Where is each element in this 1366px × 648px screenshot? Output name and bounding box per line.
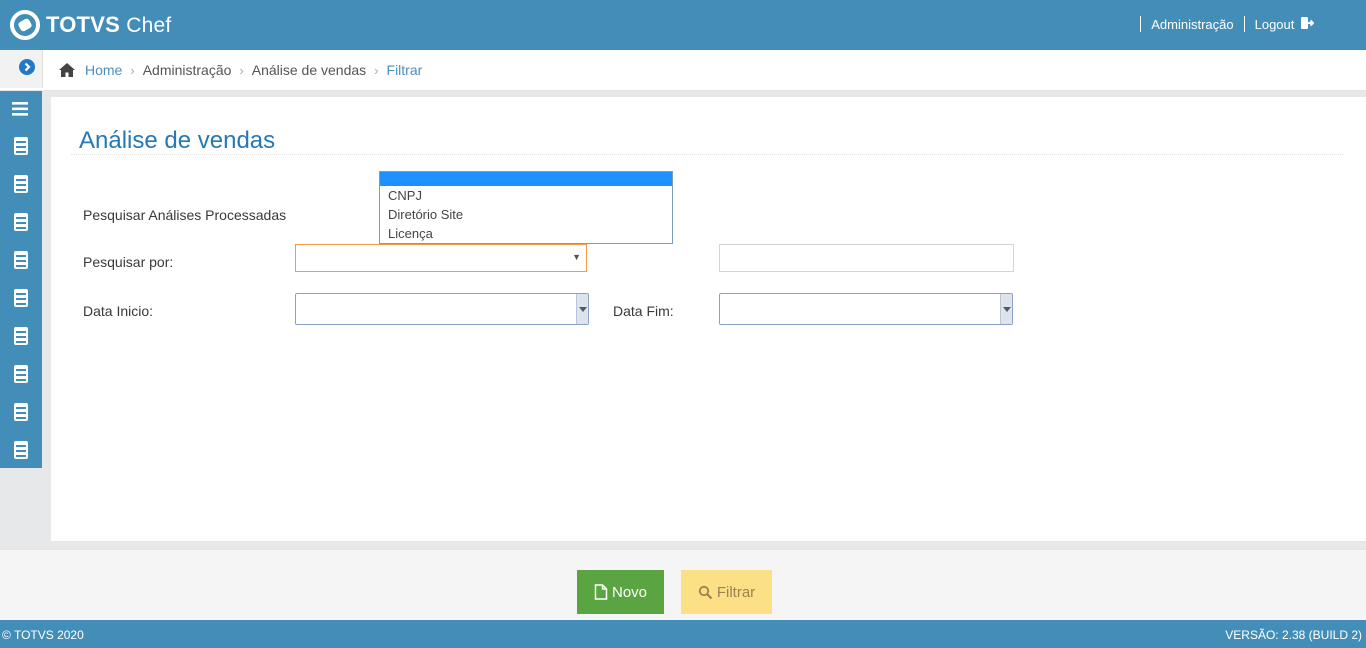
chevron-right-icon: › [130, 62, 135, 78]
search-by-label: Pesquisar por: [83, 254, 174, 270]
module-icon[interactable] [11, 250, 31, 270]
date-start-label: Data Inicio: [83, 303, 154, 319]
copyright-text: © TOTVS 2020 [2, 628, 84, 642]
file-icon [594, 584, 608, 600]
breadcrumb-administracao[interactable]: Administração [143, 62, 232, 78]
sidebar-toggle-cell [0, 50, 43, 88]
logout-icon [1301, 17, 1315, 29]
date-end-label: Data Fim: [613, 303, 674, 319]
logout-link[interactable]: Logout [1254, 16, 1315, 32]
filtrar-button[interactable]: Filtrar [681, 570, 772, 614]
top-nav-links: Administração Logout [1130, 14, 1315, 34]
module-icon[interactable] [11, 402, 31, 422]
divider [1243, 16, 1245, 32]
search-by-select[interactable]: ▼ [295, 244, 587, 272]
module-icon[interactable] [11, 364, 31, 384]
footer: © TOTVS 2020 VERSÃO: 2.38 (BUILD 2) [0, 620, 1366, 648]
totvs-chef-logo[interactable]: TOTVS Chef [10, 9, 171, 41]
module-icon[interactable] [11, 212, 31, 232]
novo-label: Novo [611, 583, 648, 601]
breadcrumb: Home › Administração › Análise de vendas… [58, 50, 422, 90]
brand-name-light: Chef [126, 14, 172, 37]
chevron-right-icon [24, 62, 31, 72]
novo-button[interactable]: Novo [577, 570, 664, 614]
breadcrumb-home-link[interactable]: Home [85, 62, 122, 78]
date-start-input[interactable] [295, 293, 589, 325]
search-text-input[interactable] [719, 244, 1014, 272]
dropdown-option-licenca[interactable]: Licença [380, 224, 672, 243]
module-icon[interactable] [11, 440, 31, 460]
module-icon[interactable] [11, 136, 31, 156]
breadcrumb-current: Filtrar [386, 62, 423, 78]
chevron-right-icon: › [239, 62, 244, 78]
main-content: Análise de vendas Pesquisar Análises Pro… [51, 97, 1366, 541]
module-icon[interactable] [11, 174, 31, 194]
sidebar-toggle-button[interactable] [19, 59, 35, 75]
page-title: Análise de vendas [79, 127, 276, 155]
date-end-dropdown-button[interactable] [1000, 294, 1012, 324]
administracao-link[interactable]: Administração [1151, 17, 1233, 32]
totvs-logo-icon [10, 10, 40, 40]
top-navbar: TOTVS Chef Administração Logout [0, 0, 1366, 50]
module-icon[interactable] [11, 326, 31, 346]
sidebar [0, 91, 42, 468]
divider [71, 154, 1343, 155]
search-by-dropdown-list: CNPJ Diretório Site Licença [379, 171, 673, 244]
brand-name-bold: TOTVS [46, 12, 120, 37]
module-icon[interactable] [11, 288, 31, 308]
breadcrumb-bar: Home › Administração › Análise de vendas… [0, 50, 1366, 91]
breadcrumb-analise-vendas[interactable]: Análise de vendas [252, 62, 366, 78]
filtrar-label: Filtrar [716, 583, 756, 601]
dropdown-option-diretorio-site[interactable]: Diretório Site [380, 205, 672, 224]
dropdown-option-empty[interactable] [380, 172, 672, 186]
chevron-right-icon: › [374, 62, 379, 78]
home-icon [59, 63, 75, 77]
dropdown-option-cnpj[interactable]: CNPJ [380, 186, 672, 205]
search-icon [698, 585, 713, 599]
date-start-dropdown-button[interactable] [576, 294, 588, 324]
logout-label: Logout [1254, 17, 1295, 32]
search-processed-label: Pesquisar Análises Processadas [83, 207, 287, 223]
date-end-input[interactable] [719, 293, 1013, 325]
menu-icon[interactable] [11, 99, 31, 119]
caret-down-icon: ▼ [572, 252, 581, 262]
version-text: VERSÃO: 2.38 (BUILD 2) [1225, 628, 1362, 642]
divider [1140, 16, 1142, 32]
